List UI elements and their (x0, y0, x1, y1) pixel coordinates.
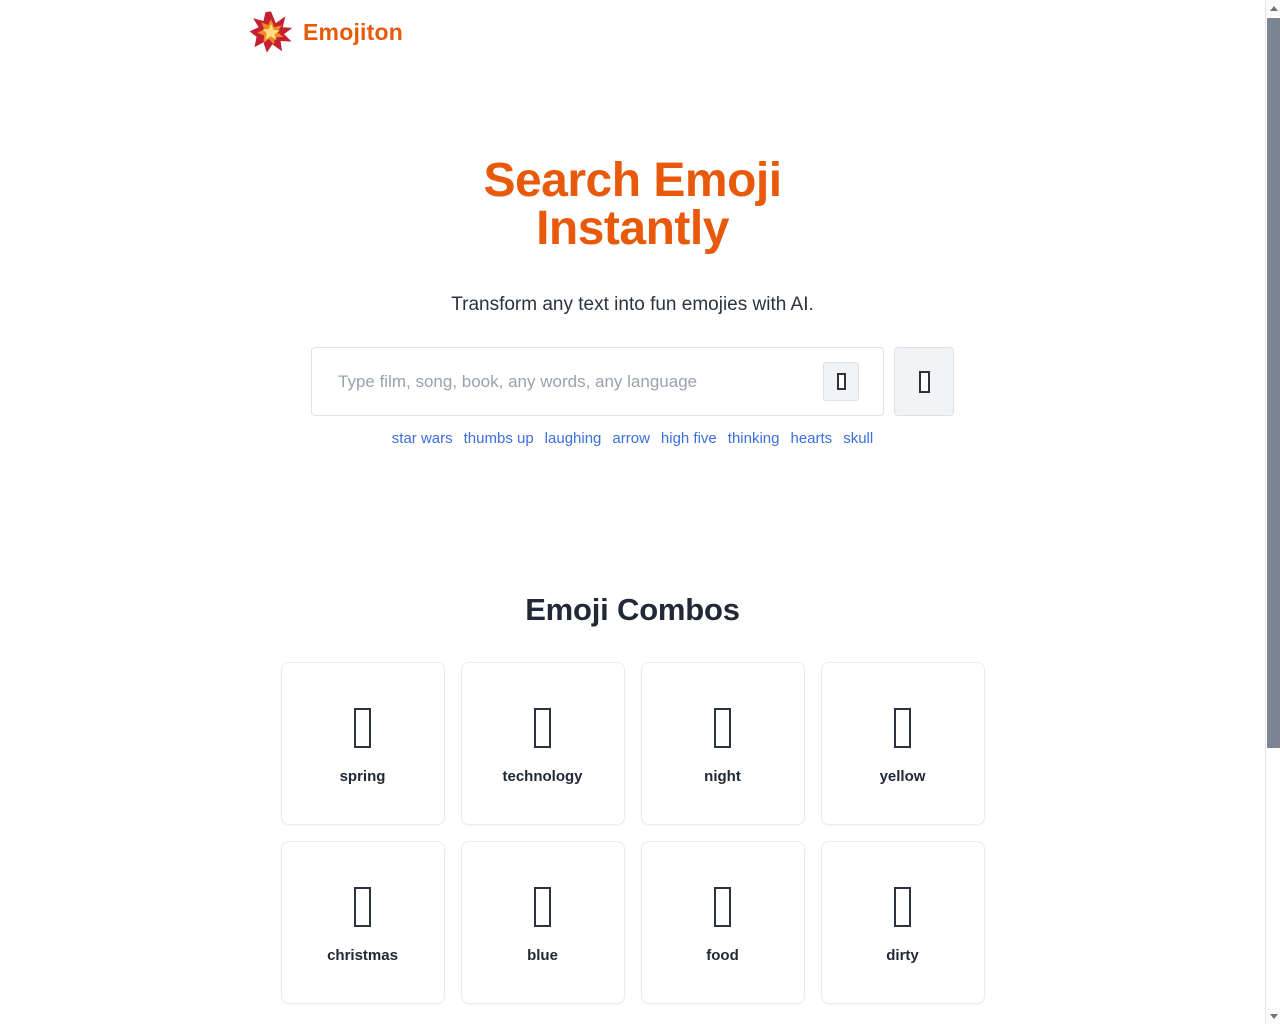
scroll-up-button[interactable] (1266, 0, 1280, 16)
hero-subtitle: Transform any text into fun emojies with… (451, 294, 814, 315)
scroll-up-arrow-icon (1269, 5, 1278, 11)
missing-glyph-icon (714, 887, 731, 927)
page-root: Emojiton Search Emoji Instantly Transfor… (0, 0, 1280, 1024)
suggestion-link[interactable]: hearts (790, 430, 832, 448)
vertical-scrollbar[interactable] (1265, 0, 1280, 1024)
combo-label: night (704, 768, 741, 785)
search-submit-button[interactable] (894, 347, 954, 416)
suggestion-list: star wars thumbs up laughing arrow high … (0, 430, 1265, 448)
brand-link[interactable]: Emojiton (249, 10, 403, 54)
combo-emoji (534, 881, 551, 933)
section-title: Emoji Combos (525, 592, 740, 627)
missing-glyph-icon (354, 887, 371, 927)
missing-glyph-icon (534, 887, 551, 927)
combo-label: technology (502, 768, 583, 785)
hero-title-line-1: Search Emoji (483, 154, 782, 207)
suggestion-link[interactable]: thumbs up (464, 430, 534, 448)
search-icon (918, 370, 930, 393)
brand-name: Emojiton (303, 18, 403, 45)
combo-card[interactable]: spring (280, 662, 445, 825)
suggestion-link[interactable]: thinking (728, 430, 780, 448)
combo-card[interactable]: christmas (280, 841, 445, 1004)
hero-section: Search Emoji Instantly Transform any tex… (0, 157, 1265, 448)
combo-emoji (714, 881, 731, 933)
suggestion-link[interactable]: star wars (392, 430, 453, 448)
collision-emoji-icon (249, 11, 293, 53)
combo-emoji (894, 881, 911, 933)
scrollbar-track[interactable] (1266, 16, 1280, 1008)
missing-glyph-icon (894, 887, 911, 927)
combo-card[interactable]: yellow (820, 662, 985, 825)
combo-emoji (354, 881, 371, 933)
search-input[interactable] (312, 348, 823, 415)
combo-grid: spring technology night yellow christmas… (280, 662, 985, 1004)
page-viewport: Emojiton Search Emoji Instantly Transfor… (0, 0, 1265, 1024)
suggestion-link[interactable]: high five (661, 430, 717, 448)
combo-card[interactable]: blue (460, 841, 625, 1004)
combo-label: christmas (327, 947, 398, 964)
combo-label: food (706, 947, 739, 964)
page-title: Search Emoji Instantly (0, 157, 1265, 253)
combo-card[interactable]: food (640, 841, 805, 1004)
scroll-down-button[interactable] (1266, 1008, 1280, 1024)
missing-glyph-icon (354, 708, 371, 748)
missing-glyph-icon (534, 708, 551, 748)
missing-glyph-icon (894, 708, 911, 748)
emoji-combos-section: Emoji Combos spring technology night yel… (0, 592, 1265, 1004)
combo-card[interactable]: technology (460, 662, 625, 825)
missing-glyph-icon (714, 708, 731, 748)
scrollbar-thumb[interactable] (1267, 18, 1280, 748)
combo-card[interactable]: dirty (820, 841, 985, 1004)
combo-label: yellow (879, 768, 926, 785)
combo-emoji (354, 702, 371, 754)
scroll-down-arrow-icon (1269, 1013, 1278, 1019)
suggestion-link[interactable]: laughing (545, 430, 602, 448)
combo-label: spring (339, 768, 386, 785)
suggestion-link[interactable]: arrow (612, 430, 650, 448)
site-header: Emojiton (0, 0, 1265, 54)
microphone-icon (836, 373, 846, 390)
combo-label: blue (527, 947, 558, 964)
search-field[interactable] (311, 347, 884, 416)
combo-emoji (894, 702, 911, 754)
combo-card[interactable]: night (640, 662, 805, 825)
combo-emoji (714, 702, 731, 754)
combo-label: dirty (886, 947, 919, 964)
combo-emoji (534, 702, 551, 754)
suggestion-link[interactable]: skull (843, 430, 873, 448)
search-row (0, 347, 1265, 416)
hero-title-line-2: Instantly (536, 202, 729, 255)
microphone-button[interactable] (823, 362, 859, 401)
